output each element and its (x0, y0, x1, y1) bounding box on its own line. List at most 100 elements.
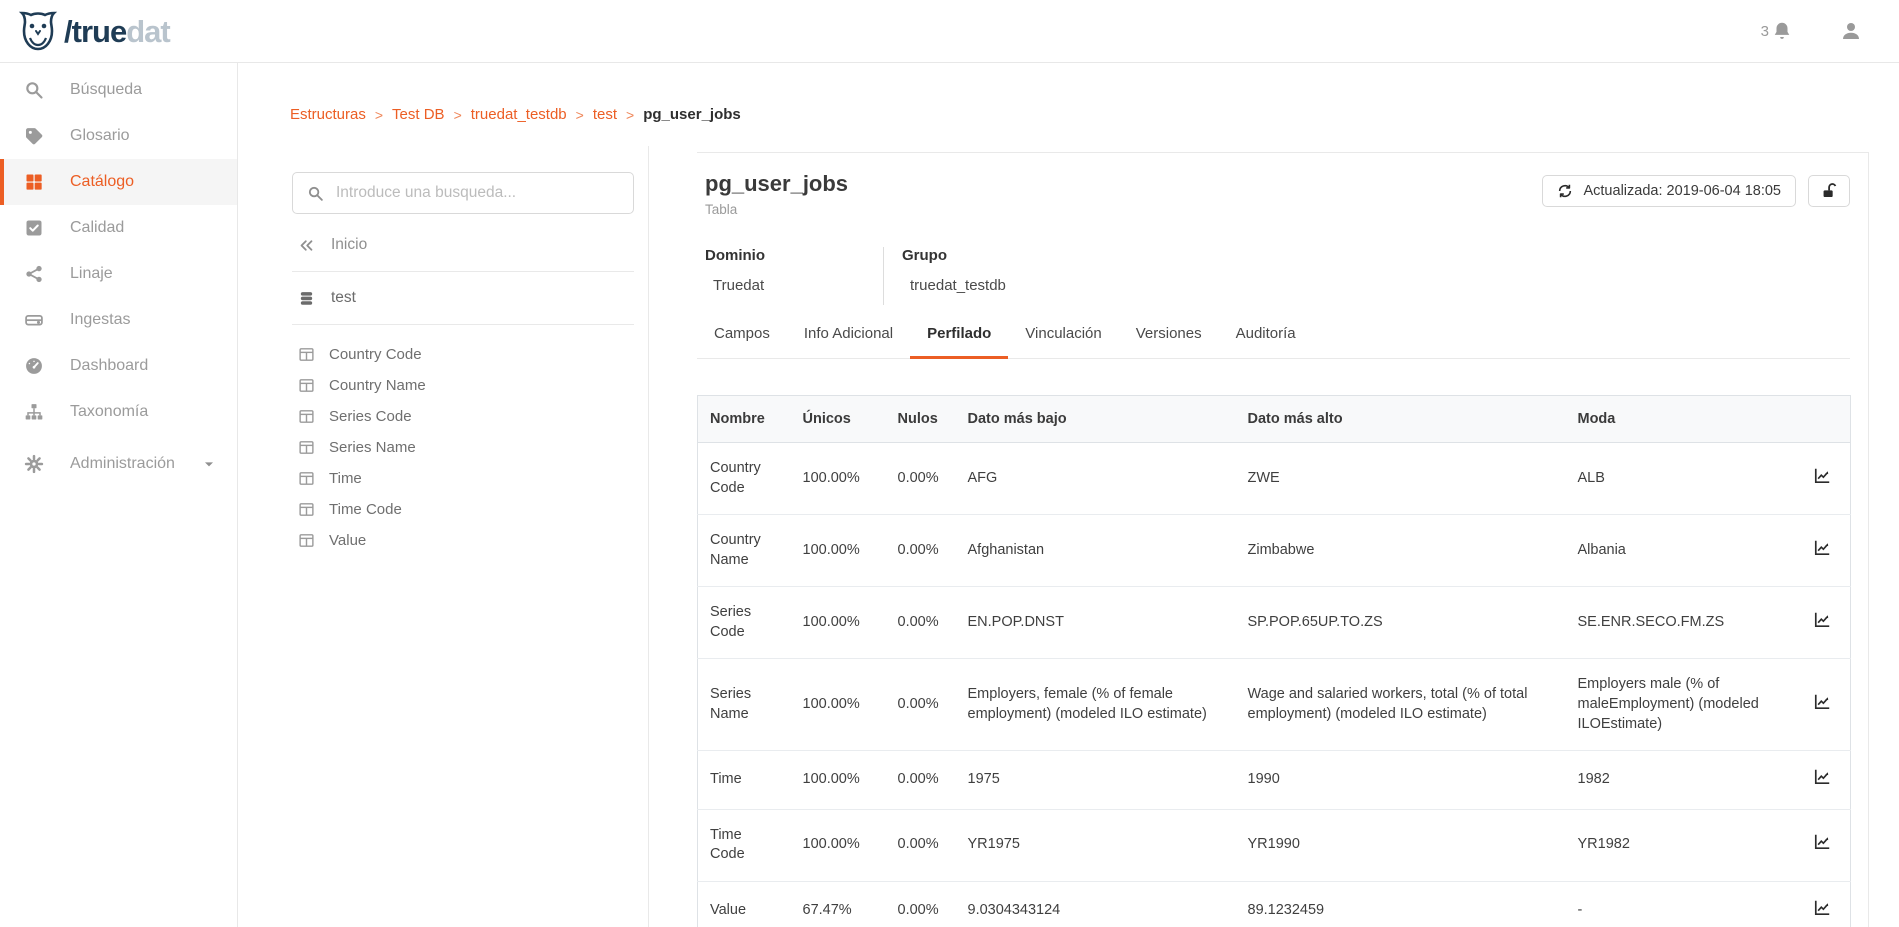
lowest-value: EN.POP.DNST (956, 587, 1236, 659)
field-name-link[interactable]: Time Code (698, 809, 791, 881)
column-header-unicos: Únicos (791, 396, 886, 443)
table-columns-icon (298, 532, 315, 549)
tree-back-inicio[interactable]: Inicio (292, 236, 634, 254)
sidebar-item-label: Glosario (70, 127, 130, 145)
column-header-nombre: Nombre (698, 396, 791, 443)
lock-toggle-button[interactable] (1808, 175, 1850, 207)
sidebar-item-label: Dashboard (70, 357, 148, 375)
breadcrumb-separator: > (576, 107, 584, 123)
sidebar-item-calidad[interactable]: Calidad (0, 205, 237, 251)
domain-value: Truedat (705, 277, 883, 294)
table-columns-icon (298, 439, 315, 456)
tab-versiones[interactable]: Versiones (1119, 321, 1219, 358)
tree-item-time[interactable]: Time (292, 467, 634, 489)
tree-search-input[interactable] (336, 184, 619, 202)
column-header-moda: Moda (1566, 396, 1796, 443)
breadcrumb-separator: > (454, 107, 462, 123)
owl-logo-icon (16, 9, 60, 53)
tree-item-label: Series Code (329, 408, 412, 425)
tree-item-label: Country Code (329, 346, 422, 363)
table-columns-icon (298, 377, 315, 394)
sidebar-item-label: Administración (70, 455, 175, 473)
sidebar-item-linaje[interactable]: Linaje (0, 251, 237, 297)
sidebar-item-catalogo[interactable]: Catálogo (0, 159, 237, 205)
column-header-actions (1796, 396, 1851, 443)
share-icon (24, 264, 44, 284)
nulls-value: 0.00% (886, 881, 956, 927)
sidebar-nav: Búsqueda Glosario Catálogo Calidad (0, 63, 238, 927)
field-name-link[interactable]: Country Name (698, 515, 791, 587)
chevron-down-icon (201, 456, 217, 472)
tree-back-label: Inicio (331, 236, 367, 254)
gauge-icon (24, 356, 44, 376)
tab-perfilado[interactable]: Perfilado (910, 321, 1008, 358)
table-header-row: Nombre Únicos Nulos Dato más bajo Dato m… (698, 396, 1851, 443)
chart-line-icon[interactable] (1813, 466, 1832, 485)
chart-line-icon[interactable] (1813, 832, 1832, 851)
tree-root-label: test (331, 289, 356, 307)
highest-value: SP.POP.65UP.TO.ZS (1236, 587, 1566, 659)
chart-line-icon[interactable] (1813, 538, 1832, 557)
unique-value: 100.00% (791, 751, 886, 810)
gear-icon (24, 454, 44, 474)
tree-search-box (292, 172, 634, 214)
breadcrumb-link-test[interactable]: test (593, 106, 617, 123)
field-name-link[interactable]: Time (698, 751, 791, 810)
truedat-logo[interactable]: /truedat (0, 9, 170, 53)
tree-item-country-code[interactable]: Country Code (292, 343, 634, 365)
sidebar-item-busqueda[interactable]: Búsqueda (0, 67, 237, 113)
brand-wordmark: /truedat (64, 16, 170, 47)
chart-line-icon[interactable] (1813, 610, 1832, 629)
sidebar-item-glosario[interactable]: Glosario (0, 113, 237, 159)
notification-count-badge: 3 (1761, 23, 1769, 40)
breadcrumb-link-estructuras[interactable]: Estructuras (290, 106, 366, 123)
nulls-value: 0.00% (886, 809, 956, 881)
chart-line-icon[interactable] (1813, 898, 1832, 917)
chart-line-icon[interactable] (1813, 767, 1832, 786)
top-header: /truedat 3 (0, 0, 1899, 63)
table-columns-icon (298, 470, 315, 487)
mode-value: SE.ENR.SECO.FM.ZS (1566, 587, 1796, 659)
column-header-nulos: Nulos (886, 396, 956, 443)
sidebar-item-administracion[interactable]: Administración (0, 441, 237, 487)
tree-item-label: Series Name (329, 439, 416, 456)
field-name-link[interactable]: Value (698, 881, 791, 927)
breadcrumb-link-testdb[interactable]: Test DB (392, 106, 445, 123)
sidebar-item-label: Búsqueda (70, 81, 142, 99)
mode-value: ALB (1566, 443, 1796, 515)
breadcrumb-link-truedat-testdb[interactable]: truedat_testdb (471, 106, 567, 123)
unique-value: 100.00% (791, 659, 886, 751)
sidebar-item-ingestas[interactable]: Ingestas (0, 297, 237, 343)
tab-info-adicional[interactable]: Info Adicional (787, 321, 910, 358)
tab-auditoria[interactable]: Auditoría (1219, 321, 1313, 358)
divider (292, 324, 634, 325)
tab-vinculacion[interactable]: Vinculación (1008, 321, 1118, 358)
refresh-updated-button[interactable]: Actualizada: 2019-06-04 18:05 (1542, 175, 1796, 207)
nulls-value: 0.00% (886, 443, 956, 515)
column-header-dato-mas-alto: Dato más alto (1236, 396, 1566, 443)
divider (292, 271, 634, 272)
search-icon (24, 80, 44, 100)
tree-item-country-name[interactable]: Country Name (292, 374, 634, 396)
notifications-button[interactable]: 3 (1761, 20, 1793, 42)
highest-value: Wage and salaried workers, total (% of t… (1236, 659, 1566, 751)
lowest-value: Employers, female (% of female employmen… (956, 659, 1236, 751)
field-name-link[interactable]: Series Code (698, 587, 791, 659)
nulls-value: 0.00% (886, 515, 956, 587)
tree-item-value[interactable]: Value (292, 529, 634, 551)
tree-item-series-code[interactable]: Series Code (292, 405, 634, 427)
nulls-value: 0.00% (886, 587, 956, 659)
sidebar-item-dashboard[interactable]: Dashboard (0, 343, 237, 389)
database-icon (298, 290, 315, 307)
field-name-link[interactable]: Country Code (698, 443, 791, 515)
sidebar-item-taxonomia[interactable]: Taxonomía (0, 389, 237, 435)
chart-line-icon[interactable] (1813, 692, 1832, 711)
breadcrumb-current: pg_user_jobs (643, 106, 741, 123)
tree-item-series-name[interactable]: Series Name (292, 436, 634, 458)
field-name-link[interactable]: Series Name (698, 659, 791, 751)
tab-campos[interactable]: Campos (697, 321, 787, 358)
tree-item-time-code[interactable]: Time Code (292, 498, 634, 520)
user-avatar-icon[interactable] (1839, 19, 1863, 43)
tree-root-node[interactable]: test (292, 289, 634, 307)
structure-tree-panel: Inicio test Country Code Country Name Se… (290, 146, 649, 927)
